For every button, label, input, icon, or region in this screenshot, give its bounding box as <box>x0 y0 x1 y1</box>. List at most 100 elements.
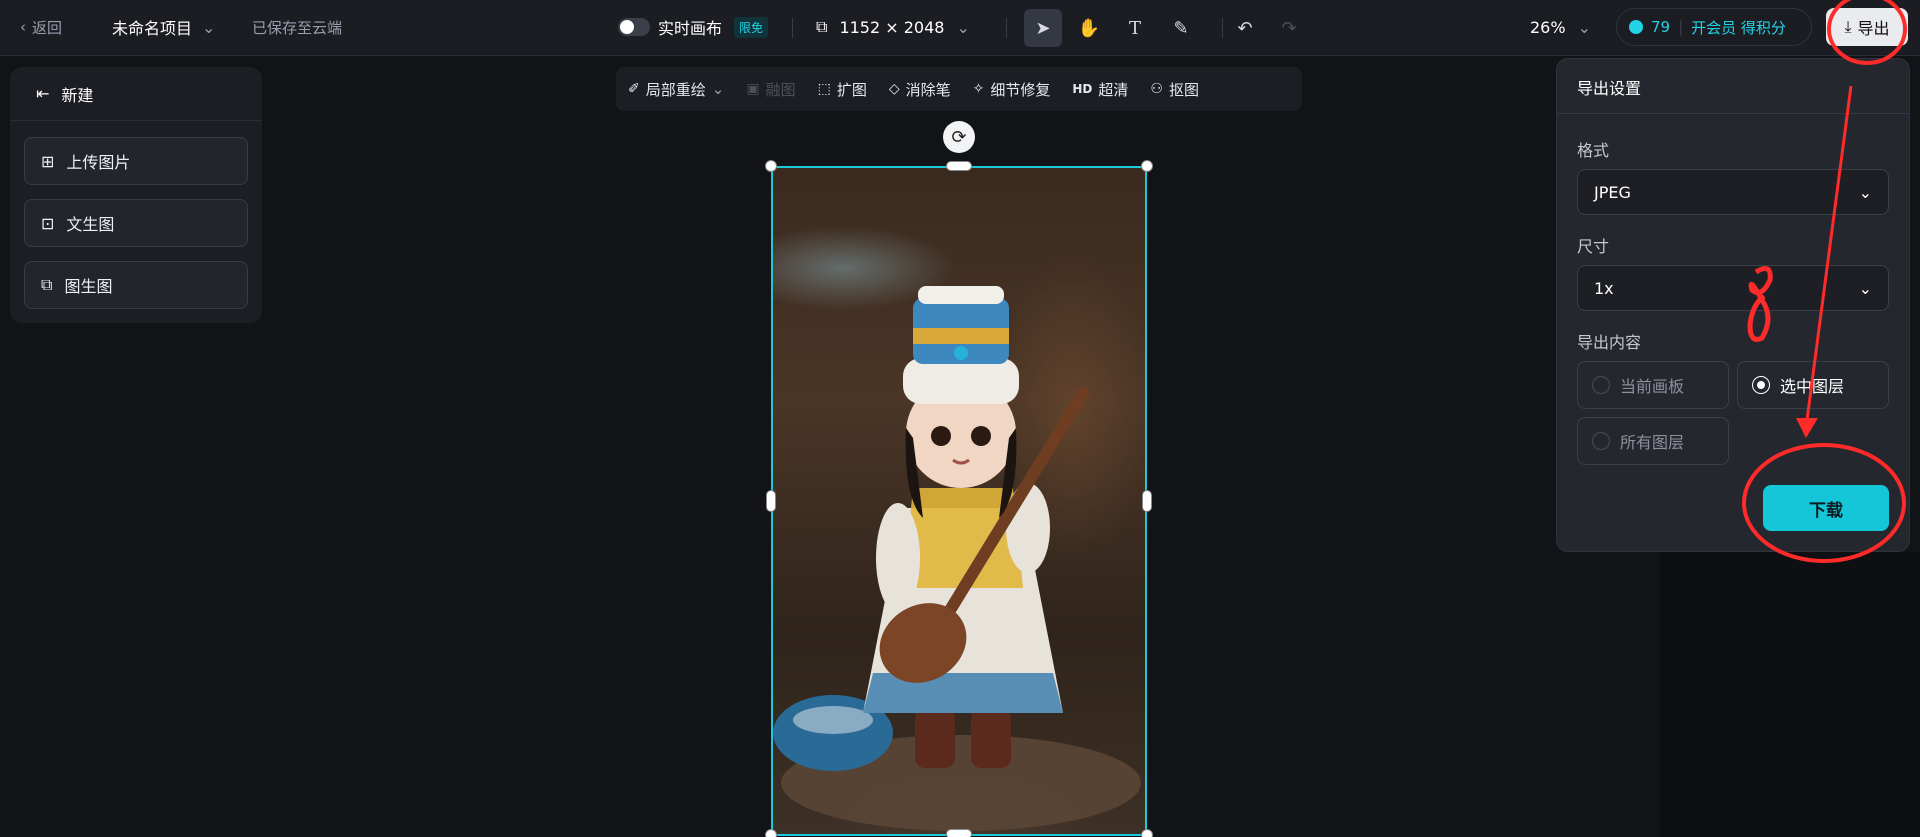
brush-tool-button[interactable]: ✎ <box>1162 9 1200 47</box>
rotate-handle[interactable]: ⟳ <box>943 121 975 153</box>
option-selected-layer[interactable]: 选中图层 <box>1737 361 1889 409</box>
size-select[interactable]: 1x ⌄ <box>1577 265 1889 311</box>
credit-coin-icon <box>1629 20 1643 34</box>
upload-image-icon: ⊞ <box>41 151 55 171</box>
chevron-left-icon: ‹ <box>20 18 26 36</box>
collapse-arrow-icon: ⇤ <box>36 84 50 103</box>
divider <box>1006 18 1007 38</box>
saved-status: 已保存至云端 <box>252 18 343 37</box>
select-tool-button[interactable]: ➤ <box>1024 9 1062 47</box>
divider <box>1557 113 1909 114</box>
export-label: 导出 <box>1857 19 1890 38</box>
chevron-down-icon: ⌄ <box>1577 17 1591 37</box>
credit-count: 79 <box>1651 18 1671 36</box>
blend-icon: ▣ <box>746 81 760 97</box>
format-select[interactable]: JPEG ⌄ <box>1577 169 1889 215</box>
hd-icon: HD <box>1072 82 1093 96</box>
size-label: 尺寸 <box>1577 237 1610 256</box>
create-panel: ⇤ 新建 ⊞ 上传图片 ⊡ 文生图 ⧉ 图生图 <box>10 67 262 323</box>
export-settings-panel: 导出设置 格式 JPEG ⌄ 尺寸 1x ⌄ 导出内容 当前画板 选中图层 所有… <box>1556 58 1910 552</box>
export-button[interactable]: ⤓ 导出 <box>1826 8 1908 46</box>
blend-button[interactable]: ▣ 融图 <box>746 79 795 100</box>
upload-image-button[interactable]: ⊞ 上传图片 <box>24 137 248 185</box>
side-panel-background <box>1660 552 1920 837</box>
text-to-image-label: 文生图 <box>66 215 115 234</box>
chevron-down-icon: ⌄ <box>1858 182 1872 202</box>
undo-button[interactable]: ↶ <box>1226 9 1264 47</box>
project-name: 未命名项目 <box>112 19 193 38</box>
download-button[interactable]: 下载 <box>1763 485 1889 531</box>
image-edit-toolbar: ✐ 局部重绘 ⌄ ▣ 融图 ⬚ 扩图 ◇ 消除笔 ✧ 细节修复 HD 超清 ⚇ … <box>616 67 1302 111</box>
chevron-down-icon: ⌄ <box>1858 278 1872 298</box>
eraser-icon: ◇ <box>888 81 900 97</box>
upscale-button[interactable]: HD 超清 <box>1072 79 1128 100</box>
upload-image-label: 上传图片 <box>66 153 131 172</box>
resize-handle-top[interactable] <box>946 161 972 171</box>
format-value: JPEG <box>1594 182 1631 202</box>
cursor-icon: ➤ <box>1035 17 1051 39</box>
new-button[interactable]: ⇤ 新建 <box>10 67 262 121</box>
option-label: 选中图层 <box>1780 377 1845 396</box>
divider: | <box>1678 18 1684 36</box>
redo-icon: ↷ <box>1281 17 1297 39</box>
live-canvas-toggle[interactable]: 实时画布 限免 <box>618 0 769 54</box>
canvas-size-dropdown[interactable]: ⧉ 1152 × 2048 ⌄ <box>816 0 970 54</box>
image-to-image-button[interactable]: ⧉ 图生图 <box>24 261 248 309</box>
radio-icon <box>1592 432 1610 450</box>
upscale-label: 超清 <box>1098 80 1129 99</box>
resize-handle-bottom-right[interactable] <box>1141 829 1153 837</box>
text-to-image-button[interactable]: ⊡ 文生图 <box>24 199 248 247</box>
resize-handle-bottom-left[interactable] <box>765 829 777 837</box>
toggle-switch[interactable] <box>618 18 650 36</box>
vip-link[interactable]: 开会员 得积分 <box>1691 17 1786 38</box>
resize-handle-left[interactable] <box>766 490 776 512</box>
eraser-button[interactable]: ◇ 消除笔 <box>889 79 951 100</box>
canvas-image[interactable] <box>771 166 1147 836</box>
hand-tool-button[interactable]: ✋ <box>1070 9 1108 47</box>
resize-handle-top-right[interactable] <box>1141 160 1153 172</box>
repaint-button[interactable]: ✐ 局部重绘 ⌄ <box>628 79 724 100</box>
size-value: 1x <box>1594 278 1614 298</box>
zoom-dropdown[interactable]: 26% ⌄ <box>1530 0 1591 54</box>
expand-icon: ⬚ <box>817 81 831 97</box>
credits-pill[interactable]: 79 | 开会员 得积分 <box>1616 8 1812 46</box>
new-label: 新建 <box>61 85 94 105</box>
divider <box>792 18 793 38</box>
cutout-label: 抠图 <box>1168 80 1199 99</box>
project-name-dropdown[interactable]: 未命名项目 ⌄ <box>112 0 215 54</box>
undo-icon: ↶ <box>1237 17 1253 39</box>
option-label: 当前画板 <box>1620 377 1685 396</box>
option-current-artboard[interactable]: 当前画板 <box>1577 361 1729 409</box>
export-content-label: 导出内容 <box>1577 333 1642 352</box>
text-tool-button[interactable]: T <box>1116 9 1154 47</box>
zoom-level: 26% <box>1530 17 1566 37</box>
cutout-button[interactable]: ⚇ 抠图 <box>1150 79 1199 100</box>
resize-handle-right[interactable] <box>1142 490 1152 512</box>
expand-button[interactable]: ⬚ 扩图 <box>818 79 867 100</box>
detail-fix-button[interactable]: ✧ 细节修复 <box>973 79 1051 100</box>
back-button[interactable]: ‹ 返回 <box>20 0 62 54</box>
redo-button[interactable]: ↷ <box>1270 9 1308 47</box>
resize-icon: ⧉ <box>816 17 828 36</box>
image-to-image-icon: ⧉ <box>41 275 53 294</box>
option-all-layers[interactable]: 所有图层 <box>1577 417 1729 465</box>
rotate-icon: ⟳ <box>951 126 967 148</box>
back-label: 返回 <box>32 18 63 37</box>
image-to-image-label: 图生图 <box>64 277 113 296</box>
doll-illustration <box>773 286 1141 831</box>
resize-handle-top-left[interactable] <box>765 160 777 172</box>
detail-fix-icon: ✧ <box>972 81 985 97</box>
hand-icon: ✋ <box>1077 17 1101 39</box>
chevron-down-icon: ⌄ <box>711 80 725 98</box>
repaint-brush-icon: ✐ <box>628 81 640 97</box>
canvas-size: 1152 × 2048 <box>839 17 945 37</box>
blend-label: 融图 <box>765 80 796 99</box>
radio-selected-icon <box>1752 376 1770 394</box>
detail-fix-label: 细节修复 <box>990 80 1051 99</box>
repaint-label: 局部重绘 <box>645 80 706 99</box>
download-icon: ⤓ <box>1844 17 1852 36</box>
brush-icon: ✎ <box>1173 17 1189 39</box>
expand-label: 扩图 <box>836 80 867 99</box>
format-label: 格式 <box>1577 141 1610 160</box>
resize-handle-bottom[interactable] <box>946 829 972 837</box>
